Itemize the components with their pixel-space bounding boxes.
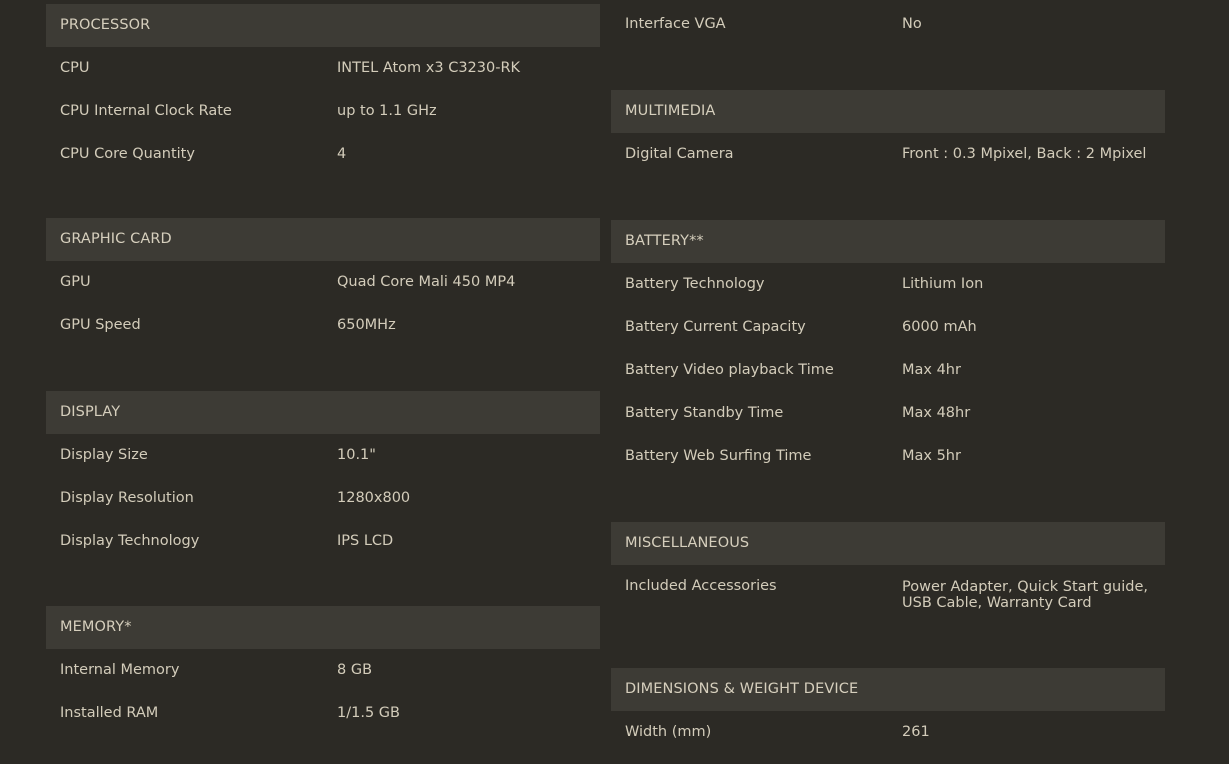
spec-value: 10.1" xyxy=(337,447,376,463)
spec-row-cpu-cores: CPU Core Quantity 4 xyxy=(46,133,600,176)
miscellaneous-section: MISCELLANEOUS Included Accessories Power… xyxy=(611,522,1165,623)
processor-section: PROCESSOR CPU INTEL Atom x3 C3230-RK CPU… xyxy=(46,4,600,176)
spec-value: Max 5hr xyxy=(902,448,961,464)
spec-label: CPU Core Quantity xyxy=(60,146,195,162)
spec-value: Power Adapter, Quick Start guide, USB Ca… xyxy=(902,579,1148,611)
spec-label: Battery Current Capacity xyxy=(625,319,806,335)
multimedia-section: MULTIMEDIA Digital Camera Front : 0.3 Mp… xyxy=(611,90,1165,176)
memory-header: MEMORY* xyxy=(46,606,600,649)
miscellaneous-header: MISCELLANEOUS xyxy=(611,522,1165,565)
spec-value: 8 GB xyxy=(337,662,373,678)
spec-row-battery-standby-time: Battery Standby Time Max 48hr xyxy=(611,392,1165,435)
spec-value: Quad Core Mali 450 MP4 xyxy=(337,274,516,290)
spec-label: Display Technology xyxy=(60,533,200,549)
spec-label: Interface VGA xyxy=(625,16,726,32)
spec-value: 1280x800 xyxy=(337,490,411,506)
spec-label: CPU xyxy=(60,60,90,76)
spec-row-display-technology: Display Technology IPS LCD xyxy=(46,520,600,563)
spec-value: INTEL Atom x3 C3230-RK xyxy=(337,60,521,76)
spec-label: Battery Standby Time xyxy=(625,405,784,421)
multimedia-header: MULTIMEDIA xyxy=(611,90,1165,133)
spec-row-installed-ram: Installed RAM 1/1.5 GB xyxy=(46,692,600,735)
spec-value: 650MHz xyxy=(337,317,396,333)
spec-row-width: Width (mm) 261 xyxy=(611,711,1165,754)
spec-row-interface-vga: Interface VGA No xyxy=(611,0,1165,47)
battery-section: BATTERY** Battery Technology Lithium Ion… xyxy=(611,220,1165,478)
spec-label: Battery Web Surfing Time xyxy=(625,448,812,464)
display-section: DISPLAY Display Size 10.1" Display Resol… xyxy=(46,391,600,563)
spec-row-gpu: GPU Quad Core Mali 450 MP4 xyxy=(46,261,600,304)
spec-column-left: PROCESSOR CPU INTEL Atom x3 C3230-RK CPU… xyxy=(46,4,600,735)
spec-label: Display Resolution xyxy=(60,490,194,506)
spec-column-right: Interface VGA No MULTIMEDIA Digital Came… xyxy=(611,0,1165,754)
spec-row-battery-technology: Battery Technology Lithium Ion xyxy=(611,263,1165,306)
spec-label: Installed RAM xyxy=(60,705,159,721)
spec-value: Max 48hr xyxy=(902,405,971,421)
dimensions-section: DIMENSIONS & WEIGHT DEVICE Width (mm) 26… xyxy=(611,668,1165,754)
dimensions-header: DIMENSIONS & WEIGHT DEVICE xyxy=(611,668,1165,711)
spec-row-gpu-speed: GPU Speed 650MHz xyxy=(46,304,600,347)
spec-row-cpu: CPU INTEL Atom x3 C3230-RK xyxy=(46,47,600,90)
spec-label: CPU Internal Clock Rate xyxy=(60,103,232,119)
interface-section: Interface VGA No xyxy=(611,0,1165,47)
spec-label: GPU Speed xyxy=(60,317,141,333)
display-header: DISPLAY xyxy=(46,391,600,434)
spec-value: up to 1.1 GHz xyxy=(337,103,437,119)
spec-row-display-size: Display Size 10.1" xyxy=(46,434,600,477)
spec-value: 261 xyxy=(902,724,930,740)
spec-label: Digital Camera xyxy=(625,146,734,162)
spec-value: Lithium Ion xyxy=(902,276,984,292)
spec-value: Max 4hr xyxy=(902,362,961,378)
graphic-card-section: GRAPHIC CARD GPU Quad Core Mali 450 MP4 … xyxy=(46,218,600,347)
spec-row-cpu-clock: CPU Internal Clock Rate up to 1.1 GHz xyxy=(46,90,600,133)
processor-header: PROCESSOR xyxy=(46,4,600,47)
spec-row-internal-memory: Internal Memory 8 GB xyxy=(46,649,600,692)
graphic-card-header: GRAPHIC CARD xyxy=(46,218,600,261)
spec-label: Width (mm) xyxy=(625,724,712,740)
spec-value: 6000 mAh xyxy=(902,319,977,335)
spec-label: Internal Memory xyxy=(60,662,180,678)
battery-header: BATTERY** xyxy=(611,220,1165,263)
spec-row-included-accessories: Included Accessories Power Adapter, Quic… xyxy=(611,565,1165,623)
spec-value: No xyxy=(902,16,922,32)
spec-row-battery-video-time: Battery Video playback Time Max 4hr xyxy=(611,349,1165,392)
spec-row-battery-capacity: Battery Current Capacity 6000 mAh xyxy=(611,306,1165,349)
spec-value: IPS LCD xyxy=(337,533,394,549)
spec-row-battery-web-time: Battery Web Surfing Time Max 5hr xyxy=(611,435,1165,478)
spec-label: Included Accessories xyxy=(625,578,777,594)
spec-label: Battery Video playback Time xyxy=(625,362,834,378)
spec-row-digital-camera: Digital Camera Front : 0.3 Mpixel, Back … xyxy=(611,133,1165,176)
spec-label: Battery Technology xyxy=(625,276,765,292)
spec-value: Front : 0.3 Mpixel, Back : 2 Mpixel xyxy=(902,146,1147,162)
spec-value: 4 xyxy=(337,146,347,162)
spec-label: GPU xyxy=(60,274,91,290)
memory-section: MEMORY* Internal Memory 8 GB Installed R… xyxy=(46,606,600,735)
spec-value: 1/1.5 GB xyxy=(337,705,400,721)
spec-label: Display Size xyxy=(60,447,148,463)
spec-row-display-resolution: Display Resolution 1280x800 xyxy=(46,477,600,520)
